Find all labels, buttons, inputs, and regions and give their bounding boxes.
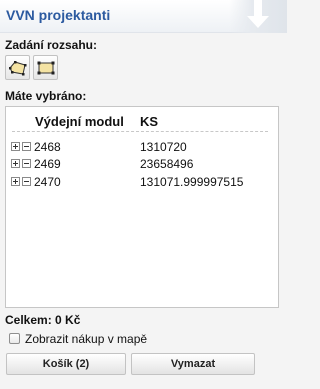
list-item[interactable]: 2468 1310720 [6,140,278,157]
polygon-select-icon [9,61,27,76]
cart-button[interactable]: Košík (2) [6,353,126,375]
show-purchase-label[interactable]: Zobrazit nákup v mapě [25,332,147,346]
range-label: Zadání rozsahu: [5,38,98,52]
header-divider [12,131,268,132]
collapse-button[interactable] [229,0,287,33]
collapse-icon[interactable] [22,177,31,186]
list-item[interactable]: 2470 131071.999997515 [6,175,278,192]
module-id: 2470 [34,175,61,189]
vvn-projektanti-panel: VVN projektanti Zadání rozsahu: Máte vyb… [0,0,287,389]
total-price: Celkem: 0 Kč [5,313,81,327]
column-header-module: Výdejní modul [35,114,124,129]
panel-header: VVN projektanti [0,0,287,33]
ks-value: 131071.999997515 [140,175,244,189]
polygon-select-button[interactable] [5,55,30,80]
collapse-icon[interactable] [22,142,31,151]
selection-list[interactable]: Výdejní modul KS 2468 1310720 2469 23658… [5,106,279,308]
clear-button[interactable]: Vymazat [131,353,255,375]
ks-value: 1310720 [140,140,187,154]
module-id: 2468 [34,140,61,154]
rectangle-select-icon [37,61,55,75]
expand-icon[interactable] [11,177,20,186]
show-purchase-checkbox[interactable] [9,333,20,344]
arrow-down-icon [247,0,269,28]
module-id: 2469 [34,157,61,171]
rectangle-select-button[interactable] [33,55,58,80]
panel-title: VVN projektanti [6,7,111,23]
selection-label: Máte vybráno: [5,89,87,103]
ks-value: 23658496 [140,157,194,171]
column-header-ks: KS [140,114,159,129]
expand-icon[interactable] [11,142,20,151]
collapse-icon[interactable] [22,159,31,168]
list-item[interactable]: 2469 23658496 [6,157,278,174]
expand-icon[interactable] [11,159,20,168]
